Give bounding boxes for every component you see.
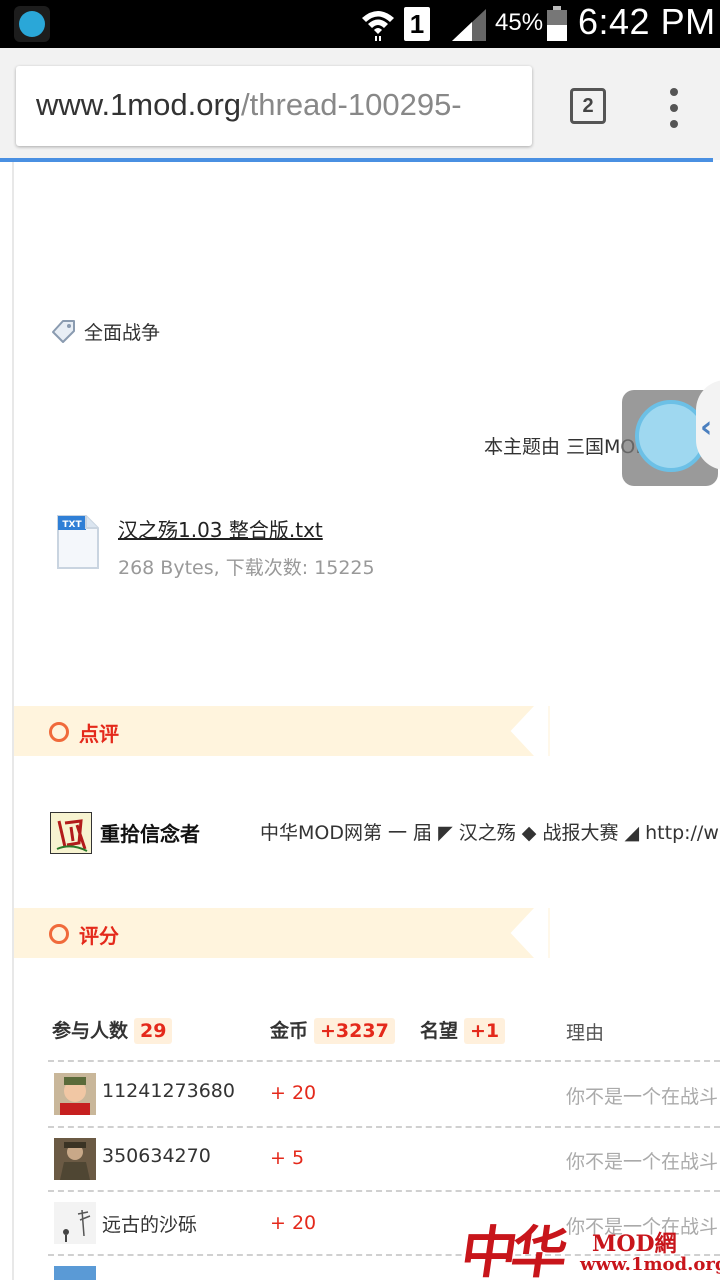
app-notification-icon: [14, 6, 50, 42]
tag-icon: [52, 320, 75, 343]
thread-tag[interactable]: 全面战争: [84, 318, 160, 345]
comments-section-title: 点评: [79, 722, 119, 746]
divider: [48, 1126, 720, 1128]
reason-header: 理由: [566, 1022, 605, 1044]
signal-icon: [452, 9, 486, 41]
rating-section-header: 评分: [14, 908, 550, 958]
wifi-icon: [362, 11, 394, 41]
more-vert-icon[interactable]: [664, 88, 684, 128]
comment-username[interactable]: 重拾信念者: [100, 818, 200, 847]
battery-percent: 45%: [495, 9, 544, 36]
url-path: /thread-100295-: [241, 87, 462, 122]
gold-total-badge: +3237: [314, 1018, 395, 1044]
sim-slot-icon: 1: [404, 7, 430, 41]
rating-reason: 你不是一个在战斗: [566, 1086, 719, 1108]
divider: [48, 1060, 720, 1062]
rating-reason: 你不是一个在战斗: [566, 1151, 719, 1173]
rating-section-title: 评分: [79, 924, 119, 948]
avatar[interactable]: [54, 1073, 96, 1115]
avatar[interactable]: [54, 1202, 96, 1244]
page-load-progress: [0, 158, 713, 162]
comments-section-header: 点评: [14, 706, 550, 756]
avatar[interactable]: [54, 1138, 96, 1180]
address-bar[interactable]: www.1mod.org/thread-100295-: [16, 66, 532, 146]
browser-toolbar: www.1mod.org/thread-100295- 2: [0, 48, 720, 160]
rating-gold: + 20: [270, 1082, 317, 1104]
gold-header: 金币 +3237: [270, 1016, 395, 1044]
url-text: www.1mod.org/thread-100295-: [36, 87, 462, 123]
rating-user[interactable]: 远古的沙砾: [102, 1210, 197, 1237]
rating-user[interactable]: 350634270: [102, 1145, 211, 1167]
fame-header: 名望 +1: [420, 1016, 506, 1044]
participants-header: 参与人数 29: [52, 1016, 173, 1044]
rating-gold: + 20: [270, 1212, 317, 1234]
divider: [48, 1190, 720, 1192]
tab-switcher-button[interactable]: 2: [570, 88, 606, 124]
avatar[interactable]: [54, 1266, 96, 1280]
txt-file-icon: TXT: [57, 515, 99, 569]
participants-count-badge: 29: [134, 1018, 173, 1044]
svg-text:TXT: TXT: [62, 520, 82, 530]
fame-total-badge: +1: [464, 1018, 506, 1044]
clock: 6:42 PM: [578, 1, 716, 42]
circle-icon: [49, 924, 69, 944]
avatar[interactable]: [50, 812, 92, 854]
url-domain: www.1mod.org: [36, 87, 242, 122]
rating-user[interactable]: 11241273680: [102, 1080, 235, 1102]
status-bar: 1 45% 6:42 PM: [0, 0, 720, 48]
attachment-meta: 268 Bytes, 下载次数: 15225: [118, 557, 375, 579]
comment-text: 中华MOD网第 一 届 ◤ 汉之殇 ◆ 战报大赛 ◢ http://w: [260, 822, 719, 844]
rating-gold: + 5: [270, 1147, 305, 1169]
circle-icon: [49, 722, 69, 742]
site-watermark-logo: 中华 MOD網 www.1mod.org: [456, 1220, 720, 1280]
attachment-link[interactable]: 汉之殇1.03 整合版.txt: [118, 514, 323, 543]
chevron-left-icon: ‹: [700, 410, 713, 445]
battery-icon: [547, 6, 567, 41]
